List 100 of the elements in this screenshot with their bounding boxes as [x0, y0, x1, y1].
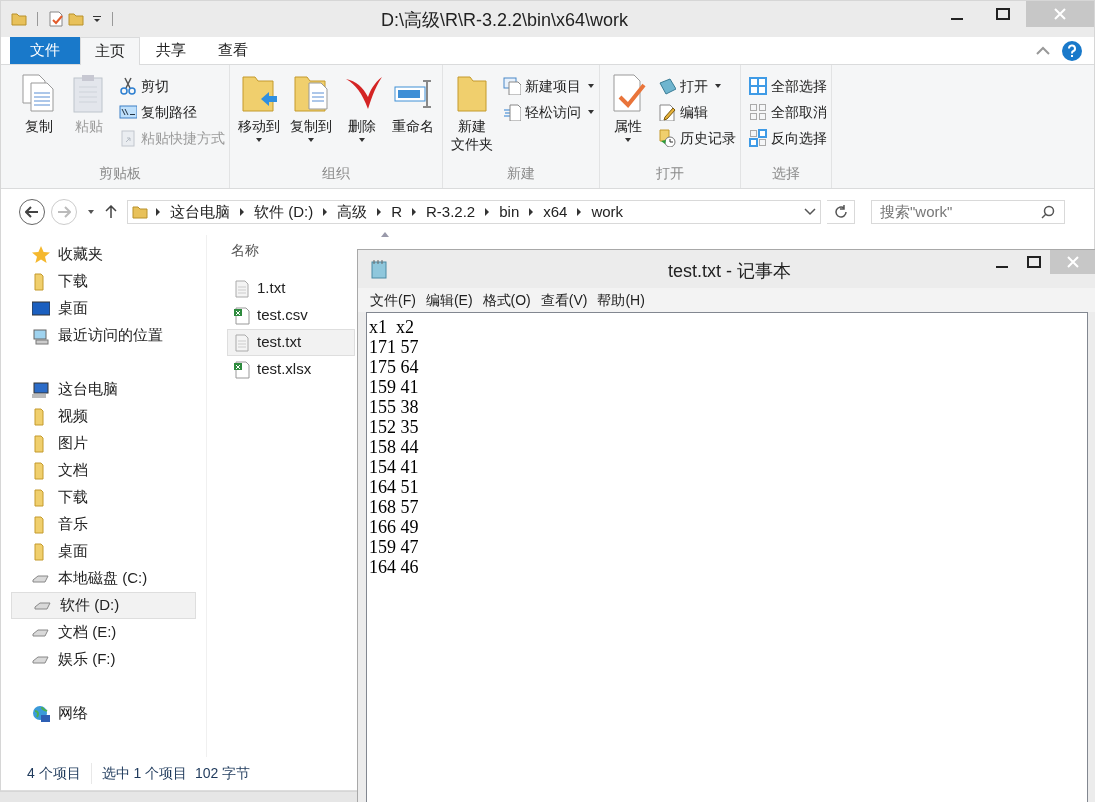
- menu-item[interactable]: 帮助(H): [593, 289, 649, 311]
- folder-icon: [11, 11, 27, 27]
- text-line: 154 41: [369, 457, 420, 477]
- ribbon-button[interactable]: 新建项目: [503, 75, 595, 97]
- globe-icon: [32, 704, 50, 723]
- dropdown-icon: [714, 83, 722, 89]
- ribbon-button[interactable]: 删除: [338, 73, 386, 143]
- window-title: test.txt - 记事本: [668, 260, 791, 283]
- star-icon: [32, 245, 50, 264]
- ribbon-button[interactable]: 重命名: [388, 73, 438, 135]
- text-line: 166 49: [369, 517, 420, 537]
- ribbon-tab[interactable]: 查看: [202, 36, 264, 64]
- file-item[interactable]: test.txt: [227, 329, 355, 356]
- refresh-button[interactable]: [827, 200, 855, 224]
- nav-item[interactable]: 图片: [11, 430, 196, 457]
- grid-icon: [749, 129, 767, 147]
- column-header: 名称: [230, 240, 260, 260]
- clock-icon: [658, 129, 676, 147]
- group-label: 剪贴板: [98, 164, 142, 183]
- nav-item[interactable]: 本地磁盘 (C:): [11, 565, 196, 592]
- nav-item[interactable]: 桌面: [11, 295, 196, 322]
- ribbon-button[interactable]: 移动到: [234, 73, 284, 143]
- file-item[interactable]: test.csv: [227, 302, 355, 329]
- nav-item[interactable]: 这台电脑: [11, 376, 196, 403]
- close-icon: [1067, 256, 1079, 268]
- group-label: 打开: [655, 164, 685, 183]
- ribbon-button[interactable]: 复制: [15, 73, 63, 135]
- ribbon-tab[interactable]: 主页: [80, 37, 140, 65]
- breadcrumb[interactable]: 高级: [335, 200, 370, 224]
- nav-item[interactable]: 视频: [11, 403, 196, 430]
- text-area[interactable]: x1 x2 171 57 175 64 159 41 155 38 152 35 158 44 154 41 164 51 168 57 166 49 159 47 164 46: [366, 312, 1088, 802]
- file-item[interactable]: 1.txt: [227, 275, 355, 302]
- ribbon-button[interactable]: 新建 文件夹: [447, 73, 497, 153]
- text-file-icon: [233, 279, 251, 298]
- ribbon-tab[interactable]: 共享: [140, 36, 202, 64]
- nav-item[interactable]: 软件 (D:): [11, 592, 196, 619]
- refresh-icon: [833, 205, 848, 219]
- path-icon: [119, 103, 137, 121]
- nav-item[interactable]: 桌面: [11, 538, 196, 565]
- chevron-down-icon: [804, 208, 816, 216]
- ribbon-button[interactable]: 属性: [604, 73, 652, 143]
- breadcrumb[interactable]: 软件 (D:): [252, 200, 316, 224]
- ribbon-button[interactable]: 编辑: [658, 101, 736, 123]
- nav-item[interactable]: 娱乐 (F:): [11, 646, 196, 673]
- search-icon: [1041, 204, 1055, 219]
- ribbon-button[interactable]: 历史记录: [658, 127, 736, 149]
- text-file-icon: [233, 333, 251, 352]
- file-tab[interactable]: 文件: [10, 36, 80, 64]
- nav-item[interactable]: 文档: [11, 457, 196, 484]
- breadcrumb[interactable]: 这台电脑: [168, 200, 232, 224]
- text-line: x1 x2: [369, 317, 415, 337]
- dropdown-icon: [255, 137, 263, 143]
- file-item[interactable]: test.xlsx: [227, 356, 355, 383]
- nav-item[interactable]: 下载: [11, 484, 196, 511]
- nav-item[interactable]: 音乐: [11, 511, 196, 538]
- nav-item[interactable]: 最近访问的位置: [11, 322, 196, 349]
- nav-item[interactable]: 文档 (E:): [11, 619, 196, 646]
- spreadsheet-icon: [233, 306, 251, 325]
- ribbon-button[interactable]: 打开: [658, 75, 736, 97]
- close-icon: [1054, 8, 1066, 20]
- dropdown-icon: [358, 137, 366, 143]
- dropdown-icon: [587, 109, 595, 115]
- nav-item[interactable]: 收藏夹: [11, 241, 196, 268]
- ribbon-button[interactable]: 轻松访问: [503, 101, 595, 123]
- arrow-left-icon: [25, 206, 39, 218]
- computer-icon: [32, 380, 50, 399]
- folder-document-icon: [291, 73, 331, 113]
- text-line: 164 46: [369, 557, 420, 577]
- address-bar[interactable]: 这台电脑 软件 (D:) 高级 R R-3.2.2 bin x64 work: [127, 200, 821, 224]
- ribbon-button[interactable]: 剪切: [119, 75, 225, 97]
- menu-item[interactable]: 编辑(E): [421, 289, 477, 311]
- nav-item[interactable]: 下载: [11, 268, 196, 295]
- menu-item[interactable]: 查看(V): [536, 289, 592, 311]
- text-line: 155 38: [369, 397, 420, 417]
- sort-icon: [381, 232, 389, 237]
- window-title: D:\高级\R\R-3.2.2\bin\x64\work: [381, 9, 629, 32]
- dropdown-icon: [587, 83, 595, 89]
- document-icon: [503, 103, 521, 121]
- notebook-icon: [658, 77, 676, 95]
- breadcrumb[interactable]: bin: [497, 200, 522, 224]
- menu-item[interactable]: 文件(F): [366, 289, 420, 311]
- nav-item[interactable]: 网络: [11, 700, 196, 727]
- document-icon: [503, 77, 521, 95]
- ribbon-button[interactable]: 复制到: [286, 73, 336, 143]
- group-label: 新建: [506, 164, 536, 183]
- breadcrumb[interactable]: R-3.2.2: [424, 200, 478, 224]
- ribbon-button[interactable]: 复制路径: [119, 101, 225, 123]
- ribbon-button[interactable]: 全部取消: [749, 101, 827, 123]
- grid-icon: [749, 77, 767, 95]
- breadcrumb[interactable]: x64: [541, 200, 570, 224]
- ribbon-button[interactable]: 反向选择: [749, 127, 827, 149]
- arrow-up-icon: [105, 205, 117, 219]
- pencil-icon: [658, 103, 676, 121]
- breadcrumb[interactable]: work: [589, 200, 626, 224]
- ribbon-button[interactable]: 全部选择: [749, 75, 827, 97]
- dropdown-icon: [92, 14, 102, 24]
- breadcrumb[interactable]: R: [389, 200, 404, 224]
- text-line: 159 41: [369, 377, 420, 397]
- search-field[interactable]: 搜索"work": [871, 199, 1065, 224]
- menu-item[interactable]: 格式(O): [478, 289, 535, 311]
